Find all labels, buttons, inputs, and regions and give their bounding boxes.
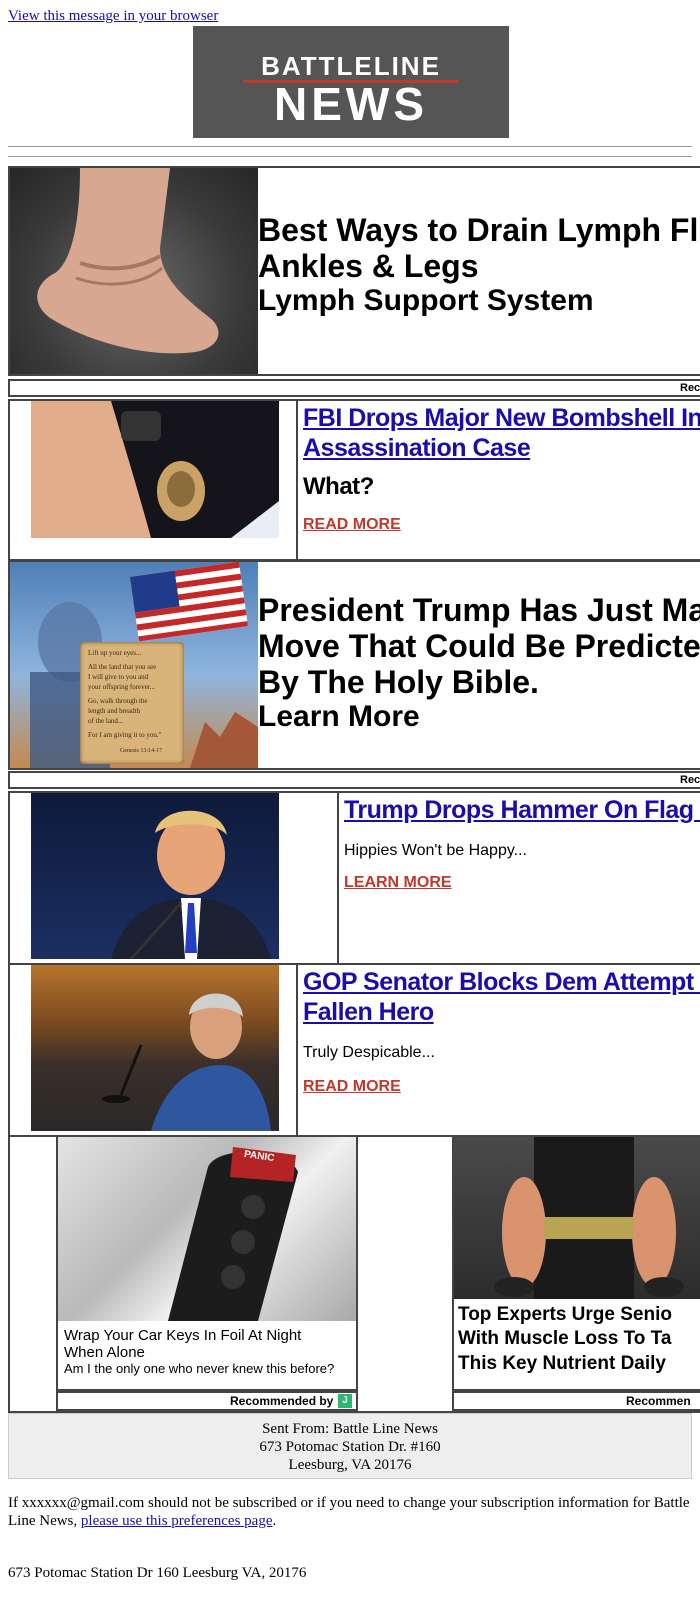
rec-card-muscle-title-line2: With Muscle Loss To Ta xyxy=(458,1328,672,1349)
story-gop-divider xyxy=(296,965,298,1135)
swollen-foot-photo-icon xyxy=(10,168,258,374)
story-fbi[interactable]: FBI Drops Major New Bombshell In Charl A… xyxy=(8,399,700,561)
story-fbi-title-line2[interactable]: Assassination Case xyxy=(303,433,531,463)
rec-card-muscle-title-line3: This Key Nutrient Daily xyxy=(458,1353,666,1374)
recommended-bar: Rec xyxy=(8,771,700,789)
scripture-line: For I am giving it to you." xyxy=(88,731,162,739)
recommended-by-label: Recommended by xyxy=(230,1394,334,1408)
trump-speaking-photo-icon xyxy=(31,793,279,960)
logo-line2: NEWS xyxy=(274,78,428,130)
recommended-bar: Rec xyxy=(8,379,700,397)
lymph-ad-line1: Best Ways to Drain Lymph Flu xyxy=(258,212,700,248)
recommended-bar-label: Rec xyxy=(680,382,700,394)
rec-card-car-keys[interactable]: PANIC Wrap Your Car Keys In Foil At Nigh… xyxy=(56,1137,358,1391)
scripture-line: length and breadth xyxy=(88,707,141,715)
story-trump-title[interactable]: Trump Drops Hammer On Flag Burne xyxy=(344,795,700,825)
story-fbi-read-more-link[interactable]: READ MORE xyxy=(303,515,401,535)
story-gop-read-more-link[interactable]: READ MORE xyxy=(303,1077,401,1097)
recommended-bar-label: Rec xyxy=(680,774,700,786)
jubna-badge-icon: J xyxy=(338,1394,352,1408)
story-trump-divider xyxy=(337,793,339,963)
bible-ad-line4: Learn More xyxy=(258,700,420,733)
scripture-line: of the land... xyxy=(88,717,124,725)
recommended-by-label: Recommen xyxy=(626,1394,691,1408)
period: . xyxy=(272,1513,277,1529)
story-gop-subtitle: Truly Despicable... xyxy=(303,1044,435,1061)
rec-card-muscle-title-line1: Top Experts Urge Senio xyxy=(458,1304,672,1325)
rec-footer-right[interactable]: Recommen xyxy=(452,1391,700,1411)
muscle-arms-gym-photo-icon xyxy=(454,1137,700,1299)
divider xyxy=(8,156,692,157)
scripture-line: Genesis 13:14-17 xyxy=(120,748,163,754)
sender-address-box: Sent From: Battle Line News 673 Potomac … xyxy=(8,1413,692,1479)
scripture-scroll: Lift up your eyes... All the land that y… xyxy=(80,642,184,764)
lymph-ad-line2: Ankles & Legs xyxy=(258,248,479,284)
story-fbi-subtitle: What? xyxy=(303,473,374,500)
recommended-widgets: PANIC Wrap Your Car Keys In Foil At Nigh… xyxy=(8,1135,700,1413)
scripture-line: Lift up your eyes... xyxy=(88,649,142,657)
scripture-line: All the land that you see xyxy=(88,663,157,671)
story-trump-flag[interactable]: Trump Drops Hammer On Flag Burne Hippies… xyxy=(8,791,700,965)
story-trump-subtitle: Hippies Won't be Happy... xyxy=(344,842,527,859)
rec-card-car-keys-title-line2: When Alone xyxy=(64,1344,145,1361)
fbi-badge-photo-icon xyxy=(31,401,279,538)
story-gop-title-line2[interactable]: Fallen Hero xyxy=(303,997,434,1027)
lymph-ad-line3: Lymph Support System xyxy=(258,284,594,317)
story-gop-title-line1[interactable]: GOP Senator Blocks Dem Attempt To Dis xyxy=(303,967,700,997)
postal-address: 673 Potomac Station Dr 160 Leesburg VA, … xyxy=(8,1565,307,1581)
sent-from: Sent From: Battle Line News xyxy=(262,1421,438,1437)
view-in-browser-link[interactable]: View this message in your browser xyxy=(8,8,218,25)
battleline-news-logo[interactable]: BATTLELINE NEWS xyxy=(193,26,509,138)
bible-ad-line1: President Trump Has Just Ma xyxy=(258,592,700,628)
rec-card-car-keys-subtitle: Am I the only one who never knew this be… xyxy=(64,1361,335,1376)
story-fbi-title-line1[interactable]: FBI Drops Major New Bombshell In Charl xyxy=(303,403,700,433)
story-trump-learn-more-link[interactable]: LEARN MORE xyxy=(344,873,452,893)
senator-hearing-photo-icon xyxy=(31,965,279,1131)
unsubscribe-notice: If xxxxxx@gmail.com should not be subscr… xyxy=(8,1494,692,1530)
car-key-foil-photo-icon: PANIC xyxy=(58,1137,356,1321)
story-gop-senator[interactable]: GOP Senator Blocks Dem Attempt To Dis Fa… xyxy=(8,963,700,1137)
rec-footer-left[interactable]: Recommended by J xyxy=(56,1391,358,1411)
rec-card-muscle[interactable]: Top Experts Urge Senio With Muscle Loss … xyxy=(452,1137,700,1391)
address-line2: Leesburg, VA 20176 xyxy=(288,1457,412,1473)
bible-ad-line2: Move That Could Be Predicted xyxy=(258,628,700,664)
rec-card-car-keys-title-line1: Wrap Your Car Keys In Foil At Night xyxy=(64,1327,302,1344)
preferences-page-link[interactable]: please use this preferences page xyxy=(81,1513,273,1529)
scripture-line: Go, walk through the xyxy=(88,697,148,705)
divider xyxy=(8,146,692,147)
bible-ad[interactable]: Lift up your eyes... All the land that y… xyxy=(8,560,700,770)
lymph-ad[interactable]: Best Ways to Drain Lymph Flu Ankles & Le… xyxy=(8,166,700,376)
scripture-line: your offspring forever... xyxy=(88,683,155,691)
scripture-line: I will give to you and xyxy=(88,673,149,681)
story-fbi-divider xyxy=(296,401,298,559)
bible-ad-line3: By The Holy Bible. xyxy=(258,664,539,700)
address-line1: 673 Potomac Station Dr. #160 xyxy=(259,1439,441,1455)
logo-line1: BATTLELINE xyxy=(261,51,441,81)
